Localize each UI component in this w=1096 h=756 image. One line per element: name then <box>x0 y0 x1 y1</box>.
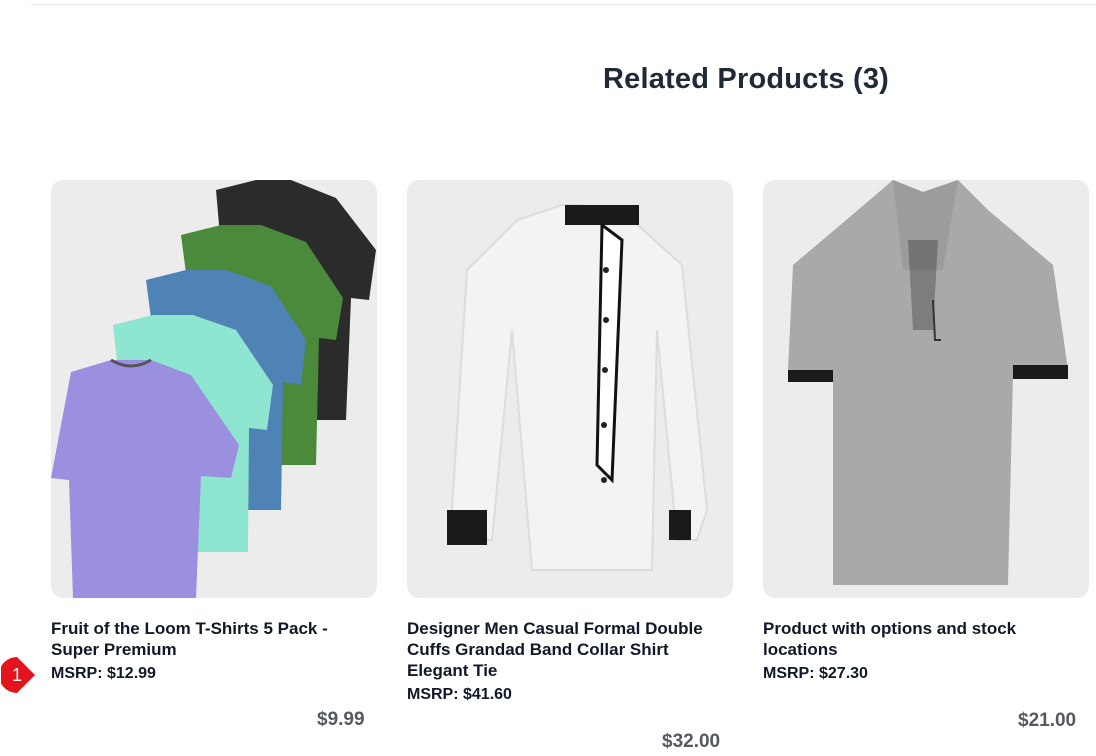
product-msrp: MSRP: $41.60 <box>407 686 512 703</box>
marker-number: 1 <box>11 665 22 685</box>
divider <box>31 4 1096 5</box>
related-products-page: Related Products (3) Fruit of the Loom T… <box>0 0 1096 756</box>
product-card[interactable]: Designer Men Casual Formal Double Cuffs … <box>407 180 733 705</box>
product-image-tshirts[interactable] <box>51 180 377 598</box>
product-card[interactable]: Fruit of the Loom T-Shirts 5 Pack - Supe… <box>51 180 377 684</box>
product-image-formal-shirt[interactable] <box>407 180 733 598</box>
product-title[interactable]: Fruit of the Loom T-Shirts 5 Pack - Supe… <box>51 618 377 660</box>
product-card[interactable]: Product with options and stock locations… <box>763 180 1089 684</box>
product-title[interactable]: Product with options and stock locations <box>763 618 1089 660</box>
product-title[interactable]: Designer Men Casual Formal Double Cuffs … <box>407 618 733 681</box>
product-price: $21.00 <box>1018 710 1077 731</box>
product-price: $9.99 <box>317 709 365 730</box>
product-image-polo[interactable] <box>763 180 1089 598</box>
product-msrp: MSRP: $27.30 <box>763 665 868 682</box>
marker-badge: 1 <box>0 655 37 695</box>
section-title: Related Products (3) <box>603 63 889 95</box>
product-price: $32.00 <box>662 731 721 752</box>
product-msrp: MSRP: $12.99 <box>51 665 156 682</box>
